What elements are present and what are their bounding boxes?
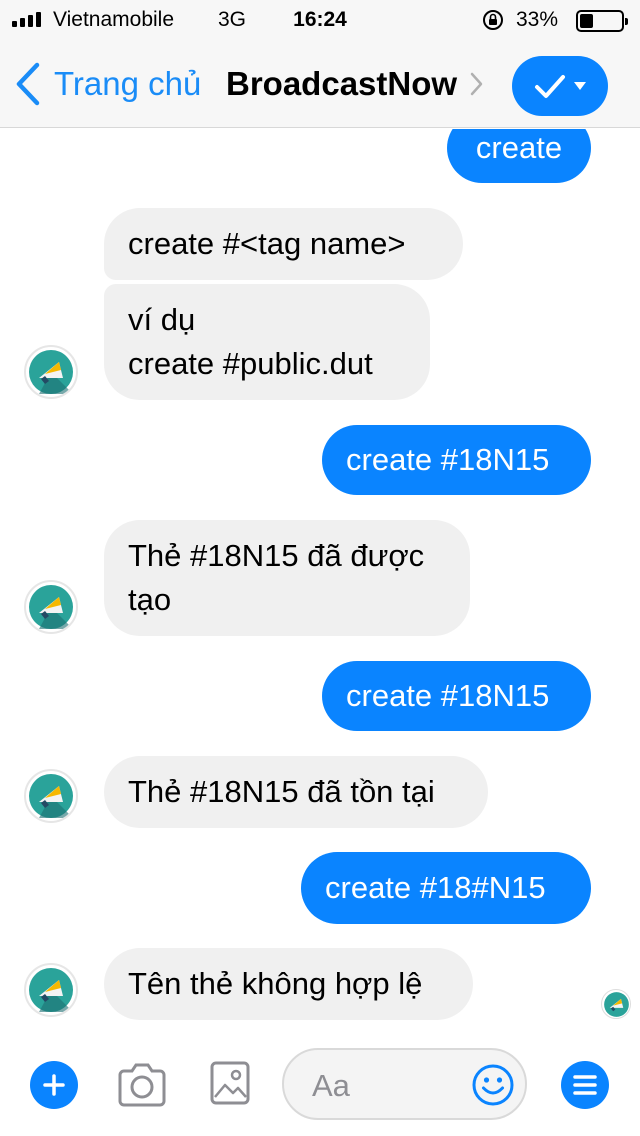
message-text: create #18N15	[346, 678, 550, 713]
message-bubble-incoming[interactable]: Thẻ #18N15 đã được tạo	[104, 520, 470, 636]
megaphone-logo-icon	[603, 991, 629, 1017]
menu-icon	[573, 1075, 597, 1095]
megaphone-logo-icon	[29, 774, 73, 818]
image-icon[interactable]	[210, 1061, 250, 1105]
message-text: create #18#N15	[325, 870, 546, 905]
message-text-line: tạo	[128, 582, 172, 617]
message-text: create	[475, 130, 563, 165]
message-text: create #<tag name>	[128, 226, 406, 261]
smiley-icon[interactable]	[471, 1063, 515, 1107]
message-text-line: Thẻ #18N15 đã được	[128, 538, 425, 573]
battery-icon	[576, 10, 628, 32]
plus-icon	[43, 1074, 65, 1096]
battery-fill	[580, 14, 593, 28]
message-bubble-incoming[interactable]: Tên thẻ không hợp lệ	[104, 948, 473, 1020]
conversation-title-button[interactable]: BroadcastNow	[226, 65, 485, 103]
message-bubble-outgoing[interactable]: create #18#N15	[301, 852, 591, 924]
message-bubble-incoming[interactable]: Thẻ #18N15 đã tồn tại	[104, 756, 488, 828]
megaphone-logo-icon	[29, 968, 73, 1012]
message-text-line: create #public.dut	[128, 346, 373, 381]
message-bubble-outgoing[interactable]: create	[447, 129, 591, 183]
message-bubble-outgoing[interactable]: create #18N15	[322, 425, 591, 495]
check-icon	[535, 75, 565, 98]
conversation-header: Trang chủ BroadcastNow	[0, 40, 640, 128]
rotation-lock-icon	[483, 10, 503, 30]
menu-button[interactable]	[561, 1061, 609, 1109]
message-bubble-outgoing[interactable]: create #18N15	[322, 661, 591, 731]
megaphone-logo-icon	[29, 585, 73, 629]
message-bubble-incoming[interactable]: ví dụ create #public.dut	[104, 284, 430, 400]
back-button[interactable]: Trang chủ	[14, 62, 201, 106]
caret-down-icon	[574, 82, 586, 90]
bot-avatar[interactable]	[24, 345, 78, 399]
message-bubble-incoming[interactable]: create #<tag name>	[104, 208, 463, 280]
chevron-right-icon	[470, 72, 483, 96]
message-list[interactable]: create create #<tag name> ví dụ create #…	[0, 129, 640, 1034]
battery-percent: 33%	[516, 8, 559, 31]
megaphone-logo-icon	[29, 350, 73, 394]
bot-avatar[interactable]	[24, 580, 78, 634]
conversation-title: BroadcastNow	[226, 65, 458, 102]
bot-avatar[interactable]	[24, 769, 78, 823]
bot-avatar[interactable]	[24, 963, 78, 1017]
read-receipt-avatar	[601, 989, 631, 1019]
status-bar: Vietnamobile 3G 16:24 33%	[0, 0, 640, 40]
back-label: Trang chủ	[54, 65, 202, 102]
message-input-placeholder: Aa	[312, 1068, 350, 1103]
message-text-line: ví dụ	[128, 302, 196, 337]
message-text: Tên thẻ không hợp lệ	[128, 966, 423, 1001]
message-composer: Aa	[0, 1034, 640, 1136]
done-dropdown-button[interactable]	[512, 56, 608, 116]
message-text: create #18N15	[346, 442, 550, 477]
camera-icon[interactable]	[116, 1061, 168, 1109]
add-button[interactable]	[30, 1061, 78, 1109]
chevron-left-icon	[16, 62, 40, 106]
message-text: Thẻ #18N15 đã tồn tại	[128, 774, 435, 809]
